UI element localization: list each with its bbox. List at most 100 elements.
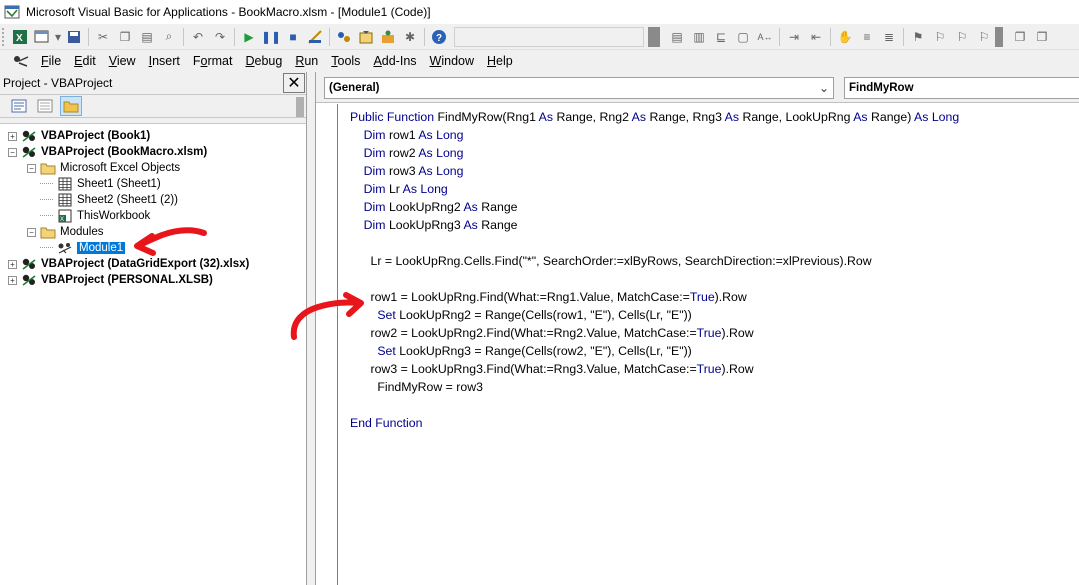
collapse-icon[interactable]: −: [27, 163, 36, 173]
menu-bar-vba-icon[interactable]: [12, 53, 30, 69]
view-code-icon[interactable]: [8, 96, 30, 116]
code-keyword: As Long: [402, 182, 448, 196]
design-mode-icon[interactable]: [304, 27, 326, 47]
menu-view[interactable]: View: [104, 54, 144, 68]
paste-icon[interactable]: ▤: [136, 27, 158, 47]
previous-bookmark-icon[interactable]: ⚐: [951, 27, 973, 47]
clear-bookmarks-icon[interactable]: ⚐: [973, 27, 995, 47]
menu-insert[interactable]: Insert: [144, 54, 188, 68]
tree-node[interactable]: − Microsoft Excel Objects: [0, 160, 306, 176]
properties-window-icon[interactable]: [355, 27, 377, 47]
uncomment-block-icon[interactable]: ≣: [878, 27, 900, 47]
code-line[interactable]: [350, 396, 959, 414]
expand-icon[interactable]: +: [8, 259, 17, 269]
tree-node[interactable]: − Modules: [0, 224, 306, 240]
toolbar-scroll-grip-2[interactable]: [995, 26, 1003, 47]
close-icon[interactable]: ✕: [283, 73, 305, 93]
object-browser-icon[interactable]: [377, 27, 399, 47]
code-line[interactable]: Dim Lr As Long: [350, 180, 959, 198]
toolbar-scroll-grip[interactable]: [648, 26, 660, 47]
copy-icon[interactable]: ❐: [114, 27, 136, 47]
tree-node[interactable]: Sheet2 (Sheet1 (2)): [0, 192, 306, 208]
undo-icon[interactable]: ↶: [187, 27, 209, 47]
toggle-bookmark-icon[interactable]: ⚑: [907, 27, 929, 47]
menu-tools[interactable]: Tools: [326, 54, 368, 68]
code-line[interactable]: Set LookUpRng3 = Range(Cells(row2, "E"),…: [350, 342, 959, 360]
project-explorer-icon[interactable]: [333, 27, 355, 47]
complete-word-icon[interactable]: A↔: [754, 27, 776, 47]
code-line[interactable]: row3 = LookUpRng3.Find(What:=Rng3.Value,…: [350, 360, 959, 378]
code-line[interactable]: [350, 270, 959, 288]
code-line[interactable]: Dim row3 As Long: [350, 162, 959, 180]
list-properties-icon[interactable]: ▤: [666, 27, 688, 47]
outdent-icon[interactable]: ⇤: [805, 27, 827, 47]
code-line[interactable]: FindMyRow = row3: [350, 378, 959, 396]
toggle-breakpoint-icon[interactable]: ✋: [834, 27, 856, 47]
collapse-icon[interactable]: −: [27, 227, 36, 237]
dropdown-arrow-icon[interactable]: ▾: [53, 27, 63, 47]
code-token: Lr: [388, 182, 403, 196]
code-line[interactable]: Public Function FindMyRow(Rng1 As Range,…: [350, 108, 959, 126]
menu-run[interactable]: Run: [290, 54, 326, 68]
object-dropdown[interactable]: (General) ⌄: [324, 77, 834, 99]
toolbox-icon[interactable]: ✱: [399, 27, 421, 47]
panel-toolbar-grip[interactable]: [296, 97, 304, 117]
menu-add-ins[interactable]: Add-Ins: [368, 54, 424, 68]
code-token: row1 = LookUpRng.Find(What:=Rng1.Value, …: [370, 290, 690, 304]
breakpoint-margin[interactable]: [316, 104, 338, 585]
code-pane[interactable]: Public Function FindMyRow(Rng1 As Range,…: [316, 104, 1079, 585]
tree-node[interactable]: + VBAProject (PERSONAL.XLSB): [0, 272, 306, 288]
next-bookmark-icon[interactable]: ⚐: [929, 27, 951, 47]
redo-icon[interactable]: ↷: [209, 27, 231, 47]
collapse-icon[interactable]: −: [8, 147, 17, 157]
tree-node[interactable]: X ThisWorkbook: [0, 208, 306, 224]
tree-node[interactable]: − VBAProject (BookMacro.xlsm): [0, 144, 306, 160]
save-icon[interactable]: [63, 27, 85, 47]
code-line[interactable]: Set LookUpRng2 = Range(Cells(row1, "E"),…: [350, 306, 959, 324]
code-line[interactable]: Lr = LookUpRng.Cells.Find("*", SearchOrd…: [350, 252, 959, 270]
code-line[interactable]: Dim LookUpRng2 As Range: [350, 198, 959, 216]
code-text[interactable]: Public Function FindMyRow(Rng1 As Range,…: [350, 108, 959, 432]
insert-userform-icon[interactable]: [31, 27, 53, 47]
extra-toolbar-icon-2[interactable]: ❐: [1031, 27, 1053, 47]
menu-file[interactable]: File: [36, 54, 69, 68]
tree-node[interactable]: Sheet1 (Sheet1): [0, 176, 306, 192]
code-line[interactable]: End Function: [350, 414, 959, 432]
code-line[interactable]: row2 = LookUpRng2.Find(What:=Rng2.Value,…: [350, 324, 959, 342]
help-icon[interactable]: ?: [428, 27, 450, 47]
list-constants-icon[interactable]: ▥: [688, 27, 710, 47]
expand-icon[interactable]: +: [8, 275, 17, 285]
reset-icon[interactable]: ■: [282, 27, 304, 47]
run-icon[interactable]: ▶: [238, 27, 260, 47]
break-icon[interactable]: ❚❚: [260, 27, 282, 47]
code-token: row1: [388, 128, 419, 142]
tree-node[interactable]: + VBAProject (DataGridExport (32).xlsx): [0, 256, 306, 272]
view-object-icon[interactable]: [34, 96, 56, 116]
toolbar-grip[interactable]: [2, 27, 5, 46]
menu-window[interactable]: Window: [425, 54, 482, 68]
comment-block-icon[interactable]: ≡: [856, 27, 878, 47]
code-line[interactable]: Dim row2 As Long: [350, 144, 959, 162]
toggle-folders-icon[interactable]: [60, 96, 82, 116]
find-icon[interactable]: ⌕: [158, 27, 180, 47]
menu-format[interactable]: Format: [188, 54, 241, 68]
toolbar-separator: [903, 27, 904, 46]
procedure-dropdown[interactable]: FindMyRow: [844, 77, 1079, 99]
menu-debug[interactable]: Debug: [240, 54, 290, 68]
view-excel-icon[interactable]: X: [9, 27, 31, 47]
tree-node[interactable]: Module1: [0, 240, 306, 256]
code-line[interactable]: [350, 234, 959, 252]
extra-toolbar-icon[interactable]: ❐: [1009, 27, 1031, 47]
expand-icon[interactable]: +: [8, 131, 17, 141]
menu-edit[interactable]: Edit: [69, 54, 104, 68]
menu-help[interactable]: Help: [482, 54, 521, 68]
code-keyword: Set: [377, 344, 400, 358]
parameter-info-icon[interactable]: ▢: [732, 27, 754, 47]
tree-node[interactable]: + VBAProject (Book1): [0, 128, 306, 144]
code-line[interactable]: row1 = LookUpRng.Find(What:=Rng1.Value, …: [350, 288, 959, 306]
quick-info-icon[interactable]: ⊑: [710, 27, 732, 47]
code-line[interactable]: Dim row1 As Long: [350, 126, 959, 144]
code-line[interactable]: Dim LookUpRng3 As Range: [350, 216, 959, 234]
cut-icon[interactable]: ✂: [92, 27, 114, 47]
indent-icon[interactable]: ⇥: [783, 27, 805, 47]
